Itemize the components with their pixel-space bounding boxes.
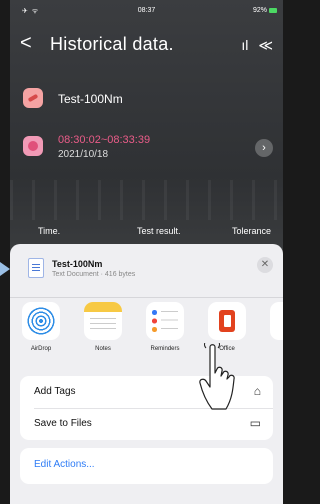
clock-icon bbox=[23, 136, 43, 156]
record-time-row[interactable]: 08:30:02~08:33:39 2021/10/18 › bbox=[10, 134, 283, 174]
column-tolerance: Tolerance bbox=[232, 226, 272, 236]
wrench-icon bbox=[23, 88, 43, 108]
share-icon[interactable]: ≪ bbox=[258, 37, 273, 53]
record-time-range: 08:30:02~08:33:39 bbox=[58, 134, 151, 146]
app-label: Reminders bbox=[150, 346, 180, 352]
document-icon bbox=[28, 258, 44, 278]
app-notes[interactable]: Notes bbox=[76, 302, 130, 352]
app-label: AirDrop bbox=[30, 346, 52, 352]
record-name-row: Test-100Nm bbox=[10, 88, 283, 114]
chart-icon[interactable]: ıl bbox=[241, 37, 248, 53]
page-title: Historical data. bbox=[50, 34, 174, 54]
edit-actions-link[interactable]: Edit Actions... bbox=[34, 459, 95, 470]
notes-icon bbox=[84, 302, 122, 340]
phone-screen: ✈ ᯤ 08:37 92% < Historical data. ıl ≪ Tes… bbox=[10, 0, 283, 504]
share-file-meta: Text Document · 416 bytes bbox=[52, 271, 136, 278]
office-icon bbox=[208, 302, 246, 340]
app-airdrop[interactable]: AirDrop bbox=[14, 302, 68, 352]
back-button[interactable]: < bbox=[20, 32, 32, 55]
divider bbox=[10, 297, 283, 298]
column-test-result: Test result. bbox=[137, 226, 181, 236]
share-file-header: Test-100Nm Text Document · 416 bytes ✕ bbox=[18, 252, 275, 286]
action-label: Add Tags bbox=[34, 386, 76, 397]
record-name: Test-100Nm bbox=[58, 92, 123, 106]
column-time: Time. bbox=[38, 226, 61, 236]
share-file-name: Test-100Nm bbox=[52, 259, 103, 269]
status-time: 08:37 bbox=[137, 7, 156, 14]
nav-actions: ıl ≪ bbox=[231, 37, 273, 54]
background-fence bbox=[10, 180, 283, 220]
status-bar: ✈ ᯤ 08:37 92% bbox=[10, 0, 283, 22]
edit-actions-group: Edit Actions... bbox=[20, 448, 273, 484]
chevron-right-icon[interactable]: › bbox=[255, 139, 273, 157]
app-more-partial[interactable] bbox=[262, 302, 283, 340]
pointer-arrow-indicator bbox=[0, 262, 10, 276]
record-date: 2021/10/18 bbox=[58, 149, 109, 160]
reminders-icon bbox=[146, 302, 184, 340]
pointing-hand-icon bbox=[199, 343, 235, 410]
battery-indicator: 92% bbox=[253, 7, 277, 14]
app-label: Notes bbox=[95, 346, 111, 352]
app-reminders[interactable]: Reminders bbox=[138, 302, 192, 352]
airdrop-icon bbox=[22, 302, 60, 340]
action-label: Save to Files bbox=[34, 418, 92, 429]
battery-percent: 92% bbox=[252, 7, 267, 14]
nav-bar: < Historical data. ıl ≪ bbox=[10, 26, 283, 66]
battery-icon bbox=[269, 7, 277, 13]
tag-icon: ⌂ bbox=[253, 384, 261, 398]
more-app-icon bbox=[270, 302, 283, 340]
close-icon[interactable]: ✕ bbox=[257, 257, 273, 273]
